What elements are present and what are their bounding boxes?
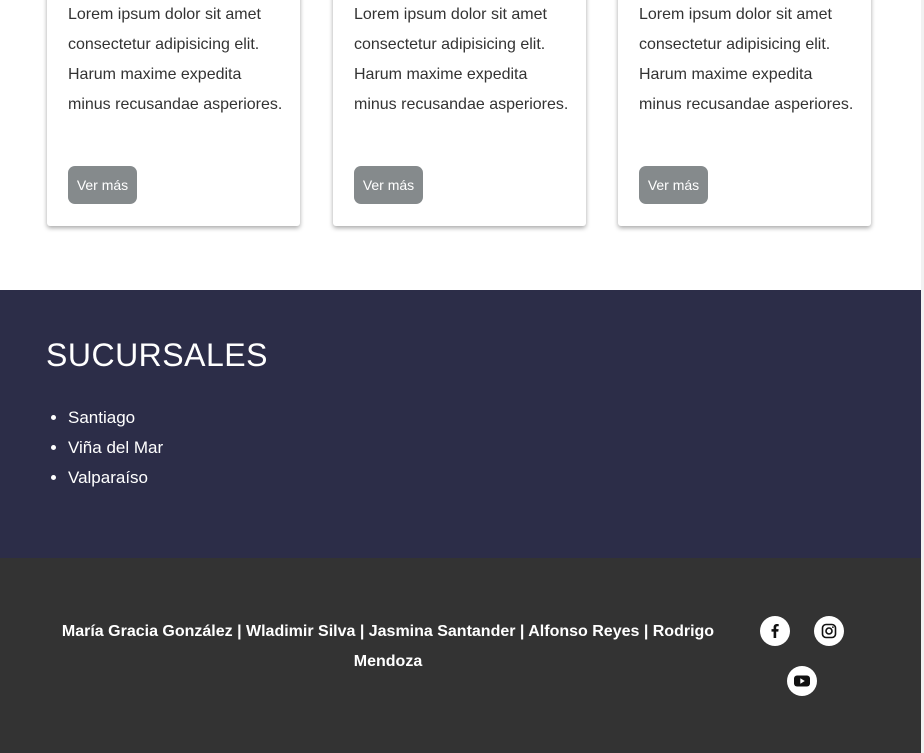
- branches-title: SUCURSALES: [46, 337, 268, 373]
- youtube-link[interactable]: [787, 666, 817, 696]
- card-2: Lorem ipsum dolor sit amet consectetur a…: [333, 0, 586, 226]
- card-1: Lorem ipsum dolor sit amet consectetur a…: [47, 0, 300, 226]
- branch-item: Viña del Mar: [68, 433, 163, 463]
- card-text: Lorem ipsum dolor sit amet consectetur a…: [639, 6, 854, 113]
- cards-section: Lorem ipsum dolor sit amet consectetur a…: [0, 0, 921, 290]
- instagram-link[interactable]: [814, 616, 844, 646]
- branch-item: Valparaíso: [68, 463, 163, 493]
- ver-mas-button[interactable]: Ver más: [68, 166, 137, 204]
- branches-section: SUCURSALES Santiago Viña del Mar Valpara…: [0, 290, 921, 558]
- card-text: Lorem ipsum dolor sit amet consectetur a…: [354, 6, 569, 113]
- facebook-link[interactable]: [760, 616, 790, 646]
- footer-credits: María Gracia González | Wladimir Silva |…: [61, 623, 715, 670]
- footer: María Gracia González | Wladimir Silva |…: [0, 558, 921, 753]
- page: Lorem ipsum dolor sit amet consectetur a…: [0, 0, 924, 753]
- facebook-icon: [767, 623, 783, 639]
- branch-item: Santiago: [68, 403, 163, 433]
- card-text: Lorem ipsum dolor sit amet consectetur a…: [68, 6, 283, 113]
- ver-mas-button[interactable]: Ver más: [354, 166, 423, 204]
- branches-list: Santiago Viña del Mar Valparaíso: [46, 403, 163, 493]
- ver-mas-button[interactable]: Ver más: [639, 166, 708, 204]
- card-3: Lorem ipsum dolor sit amet consectetur a…: [618, 0, 871, 226]
- youtube-icon: [793, 673, 811, 689]
- instagram-icon: [821, 623, 837, 639]
